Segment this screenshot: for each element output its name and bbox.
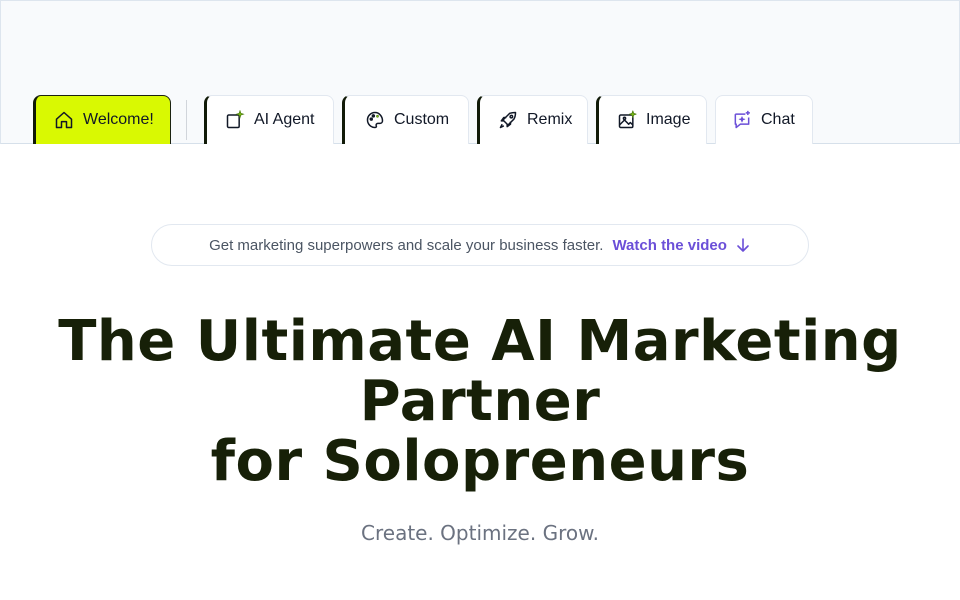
announcement-text: Get marketing superpowers and scale your… (209, 236, 604, 254)
hero-line-3: for Solopreneurs (210, 429, 750, 494)
palette-icon (365, 110, 385, 130)
hero-line-2: Partner (359, 369, 601, 434)
tab-welcome[interactable]: Welcome! (33, 95, 171, 144)
tab-label: Remix (527, 111, 573, 128)
image-icon (617, 110, 637, 130)
hero-subtitle: Create. Optimize. Grow. (361, 521, 599, 545)
ai-agent-icon (225, 110, 245, 130)
tab-chat[interactable]: Chat (715, 95, 813, 144)
home-icon (54, 110, 74, 130)
tab-remix[interactable]: Remix (477, 95, 588, 144)
tab-bar: Welcome! AI Agent Custom Remix Image Cha… (0, 0, 960, 144)
tab-label: Chat (761, 111, 795, 128)
announcement-pill: Get marketing superpowers and scale your… (151, 224, 809, 266)
arrow-down-icon (737, 238, 749, 252)
chat-sparkle-icon (732, 110, 752, 130)
tab-label: Custom (394, 111, 450, 128)
watch-video-link[interactable]: Watch the video (612, 237, 750, 254)
watch-video-label: Watch the video (612, 236, 727, 254)
hero-headline: The Ultimate AI Marketing Partner for So… (0, 312, 960, 492)
tab-custom[interactable]: Custom (342, 95, 469, 144)
tab-label: AI Agent (254, 111, 315, 128)
tab-image[interactable]: Image (596, 95, 707, 144)
tab-divider (186, 100, 187, 140)
tab-ai-agent[interactable]: AI Agent (204, 95, 334, 144)
rocket-icon (498, 110, 518, 130)
tab-label: Image (646, 111, 691, 128)
tab-label: Welcome! (83, 111, 154, 128)
hero-line-1: The Ultimate AI Marketing (58, 309, 902, 374)
